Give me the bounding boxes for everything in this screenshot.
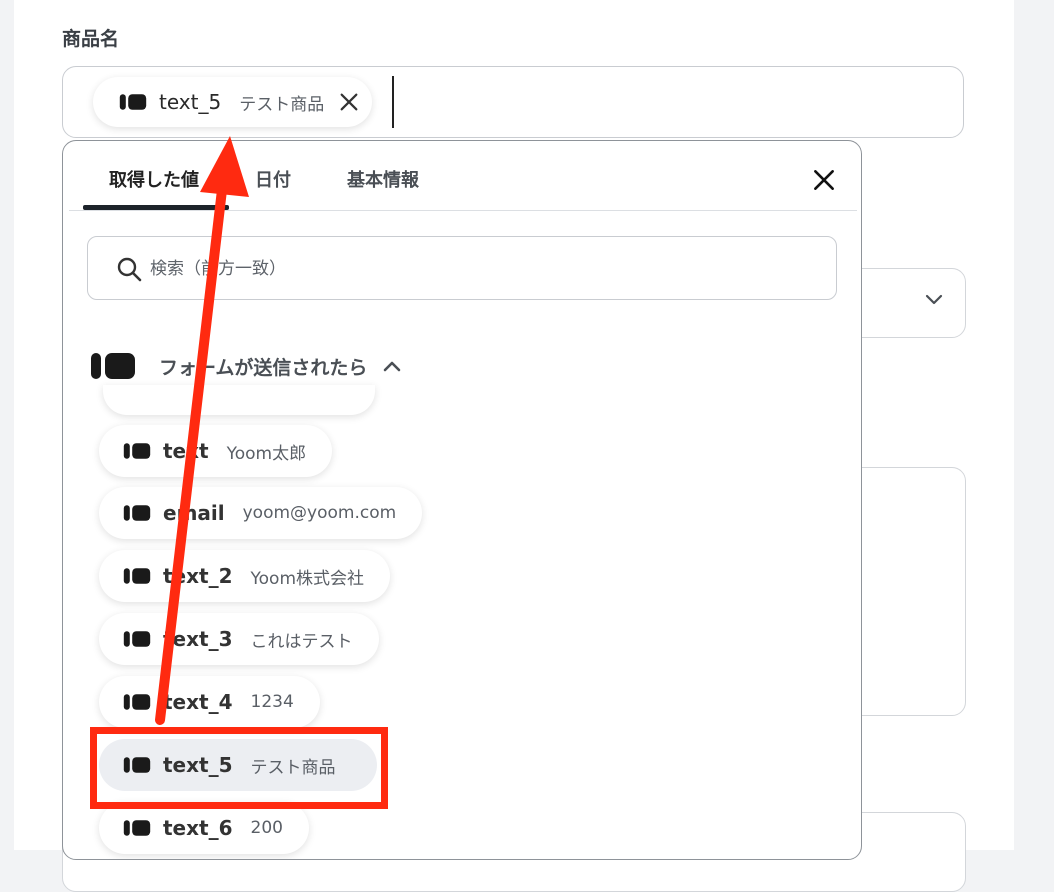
yoom-logo-icon [119, 93, 147, 111]
close-icon[interactable] [811, 167, 837, 193]
tab-divider [69, 210, 857, 211]
yoom-logo-icon [123, 630, 151, 648]
yoom-logo-icon [123, 567, 151, 585]
item-key: text_5 [163, 753, 233, 777]
yoom-logo-icon [123, 819, 151, 837]
item-key: text_4 [163, 690, 233, 714]
search-input[interactable] [148, 251, 812, 287]
yoom-logo-icon [123, 693, 151, 711]
yoom-logo-icon [91, 351, 135, 381]
close-icon[interactable] [338, 91, 360, 113]
group-header[interactable]: フォームが送信されたら [91, 349, 401, 383]
yoom-logo-icon [123, 504, 151, 522]
tab-basic-info[interactable]: 基本情報 [347, 166, 419, 192]
item-key: text_6 [163, 816, 233, 840]
search-icon [117, 257, 142, 282]
selected-value-token[interactable]: text_5 テスト商品 [93, 77, 373, 127]
chevron-down-icon [925, 294, 943, 305]
item-key: text [163, 439, 209, 463]
item-value: 200 [250, 818, 283, 838]
list-item[interactable]: text_3 これはテスト [99, 613, 379, 665]
item-key: text_2 [163, 564, 233, 588]
item-value: これはテスト [250, 631, 353, 652]
item-value: 1234 [250, 692, 294, 712]
item-value: Yoom株式会社 [250, 568, 365, 589]
item-value: テスト商品 [250, 757, 336, 778]
list-item-selected[interactable]: text_5 テスト商品 [99, 739, 377, 791]
token-value: テスト商品 [239, 94, 325, 115]
list-item[interactable]: text_2 Yoom株式会社 [99, 550, 391, 602]
tab-date[interactable]: 日付 [255, 166, 291, 192]
list-item[interactable]: email yoom@yoom.com [99, 487, 423, 539]
item-value: Yoom太郎 [226, 443, 307, 464]
search-field[interactable] [87, 236, 837, 300]
yoom-logo-icon [123, 756, 151, 774]
token-key: text_5 [159, 90, 222, 114]
tab-retrieved-values[interactable]: 取得した値 [109, 166, 199, 192]
list-item-partial[interactable] [103, 385, 375, 415]
group-title: フォームが送信されたら [159, 356, 368, 379]
chevron-up-icon [384, 361, 401, 372]
list-item[interactable]: text Yoom太郎 [99, 425, 333, 477]
yoom-logo-icon [123, 442, 151, 460]
list-item[interactable]: text_6 200 [99, 802, 309, 854]
value-picker-popup: 取得した値 日付 基本情報 フォームが送信されたら text Yoom太郎 em… [62, 140, 862, 860]
item-value: yoom@yoom.com [242, 503, 397, 523]
item-key: text_3 [163, 627, 233, 651]
text-cursor [392, 76, 394, 128]
field-label: 商品名 [62, 28, 120, 50]
list-item[interactable]: text_4 1234 [99, 676, 320, 728]
item-key: email [163, 501, 225, 525]
